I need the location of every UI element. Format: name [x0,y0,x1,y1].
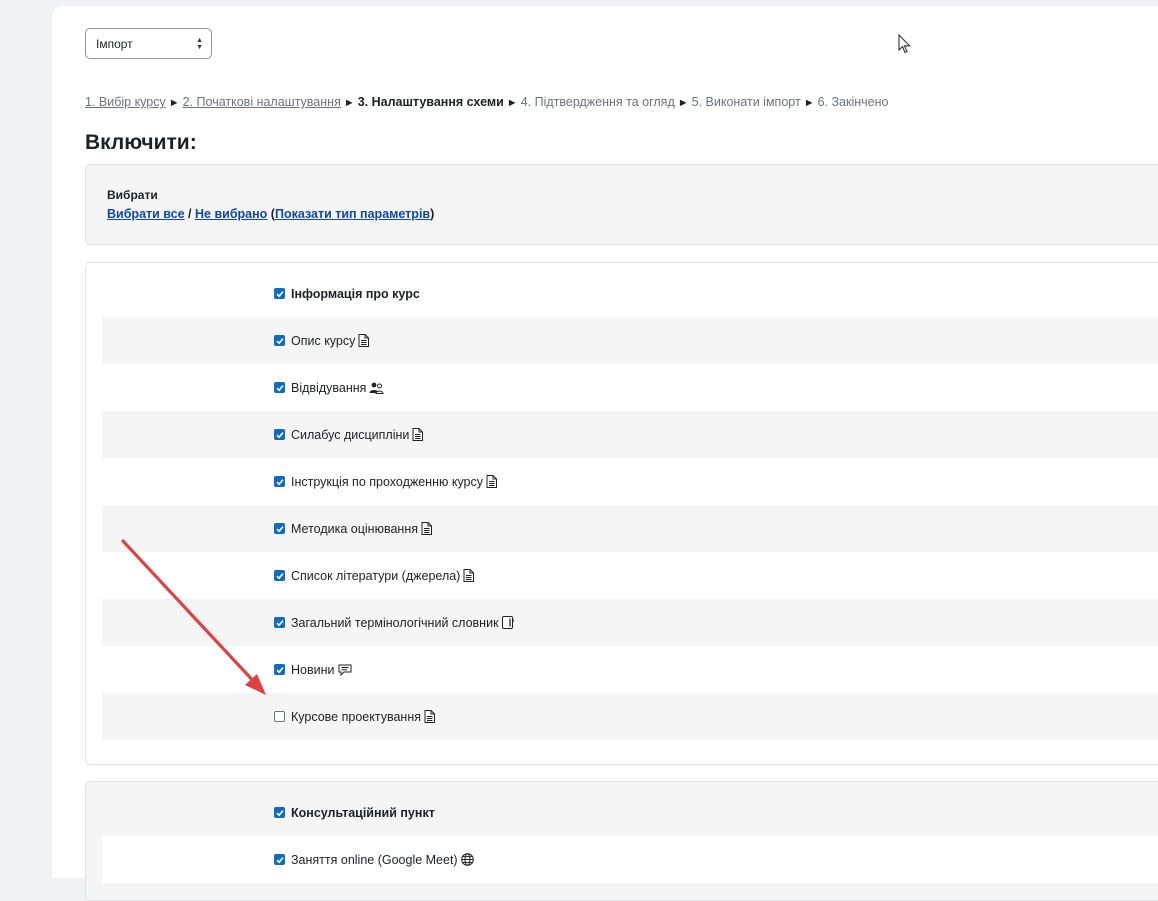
option-label: Відвідування [291,380,367,395]
option-label: Інструкція по проходженню курсу [291,474,484,489]
breadcrumb: 1. Вибір курсу ► 2. Початкові налаштування… [85,95,888,109]
option-row: Інструкція по проходженню курсу [102,458,1158,505]
option-row: Силабус дисципліни [102,411,1158,458]
breadcrumb-separator: ► [343,97,355,109]
option-item[interactable]: Методика оцінювання [274,505,432,552]
show-type-options-link[interactable]: Показати тип параметрів [275,207,430,221]
checkbox-checked[interactable] [274,523,285,534]
option-row: Новини [102,646,1158,693]
select-all-link[interactable]: Вибрати все [107,207,185,221]
checkbox-checked[interactable] [274,382,285,393]
attendance-icon [369,382,384,394]
checkbox-checked[interactable] [274,429,285,440]
option-row: Курсове проектування [102,693,1158,740]
page-icon [424,710,435,723]
page-icon [463,569,475,582]
page-icon [412,428,424,441]
option-label: Загальний термінологічний словник [291,615,499,630]
breadcrumb-separator: ► [803,97,815,109]
checkbox-checked[interactable] [274,288,285,299]
option-label: Курсове проектування [291,709,421,724]
breadcrumb-separator: ► [168,97,180,109]
section-consultation: Консультаційний пункт Заняття online (Goo… [85,781,1158,901]
option-label: Опис курсу [291,333,356,348]
page-icon [421,522,432,535]
import-type-select-value: Імпорт [96,37,133,51]
checkbox-checked[interactable] [274,807,285,818]
select-controls-links: Вибрати все / Не вибрано (Показати тип п… [107,207,434,221]
checkbox-checked[interactable] [274,854,285,865]
option-row: Загальний термінологічний словник [102,599,1158,646]
breadcrumb-separator: ► [677,97,689,109]
option-row: Відвідування [102,364,1158,411]
option-item[interactable]: Загальний термінологічний словник [274,599,514,646]
select-controls-box: Вибрати Вибрати все / Не вибрано (Показа… [85,164,1158,245]
breadcrumb-step-3: 3. Налаштування схеми [357,95,504,109]
option-label: Інформація про курс [291,286,420,301]
checkbox-unchecked[interactable] [274,711,285,722]
url-globe-icon [460,853,474,866]
option-item[interactable]: Інформація про курс [274,270,420,317]
import-type-select[interactable]: Імпорт ▲ ▼ [85,28,212,59]
option-item[interactable]: Консультаційний пункт [274,789,435,836]
links-slash: / [184,207,195,221]
mouse-cursor-icon [898,34,911,54]
breadcrumb-step-4: 4. Підтвердження та огляд [520,95,675,109]
breadcrumb-step-1[interactable]: 1. Вибір курсу [85,95,166,109]
option-item[interactable]: Курсове проектування [274,693,435,740]
open-paren: ( [267,207,275,221]
option-item[interactable]: Опис курсу [274,317,370,364]
select-none-link[interactable]: Не вибрано [195,207,267,221]
option-label: Список літератури (джерела) [291,568,461,583]
option-item[interactable]: Список літератури (джерела) [274,552,475,599]
forum-icon [338,664,351,676]
option-row: Список літератури (джерела) [102,552,1158,599]
option-label: Методика оцінювання [291,521,418,536]
checkbox-checked[interactable] [274,570,285,581]
option-label: Консультаційний пункт [291,805,435,820]
checkbox-checked[interactable] [274,476,285,487]
option-label: Заняття online (Google Meet) [291,852,458,867]
checkbox-checked[interactable] [274,617,285,628]
option-row: Методика оцінювання [102,505,1158,552]
option-item[interactable]: Інструкція по проходженню курсу [274,458,498,505]
option-item[interactable]: Відвідування [274,364,384,411]
select-controls-title: Вибрати [107,188,158,202]
breadcrumb-step-5: 5. Виконати імпорт [691,95,801,109]
option-label: Силабус дисципліни [291,427,410,442]
option-label: Новини [291,662,335,677]
option-row: Опис курсу [102,317,1158,364]
option-item[interactable]: Новини [274,646,352,693]
option-row: Інформація про курс [102,270,1158,317]
breadcrumb-separator: ► [506,97,518,109]
close-paren: ) [430,207,435,221]
option-row: Заняття online (Google Meet) [102,836,1158,883]
page-icon [486,475,498,488]
option-row: Консультаційний пункт [102,789,1158,836]
page-title: Включити: [85,131,197,154]
glossary-icon [501,616,514,629]
main-content: Імпорт ▲ ▼ 1. Вибір курсу ► 2. Початкові на… [52,6,1158,901]
section-course-info: Інформація про курс Опис курсу Відвідуванн… [85,262,1158,765]
option-item[interactable]: Заняття online (Google Meet) [274,836,474,883]
option-item[interactable]: Силабус дисципліни [274,411,424,458]
select-arrows-icon: ▲ ▼ [196,37,203,51]
page-icon [358,334,370,347]
breadcrumb-step-2[interactable]: 2. Початкові налаштування [183,95,341,109]
checkbox-checked[interactable] [274,335,285,346]
checkbox-checked[interactable] [274,664,285,675]
breadcrumb-step-6: 6. Закінчено [817,95,889,109]
